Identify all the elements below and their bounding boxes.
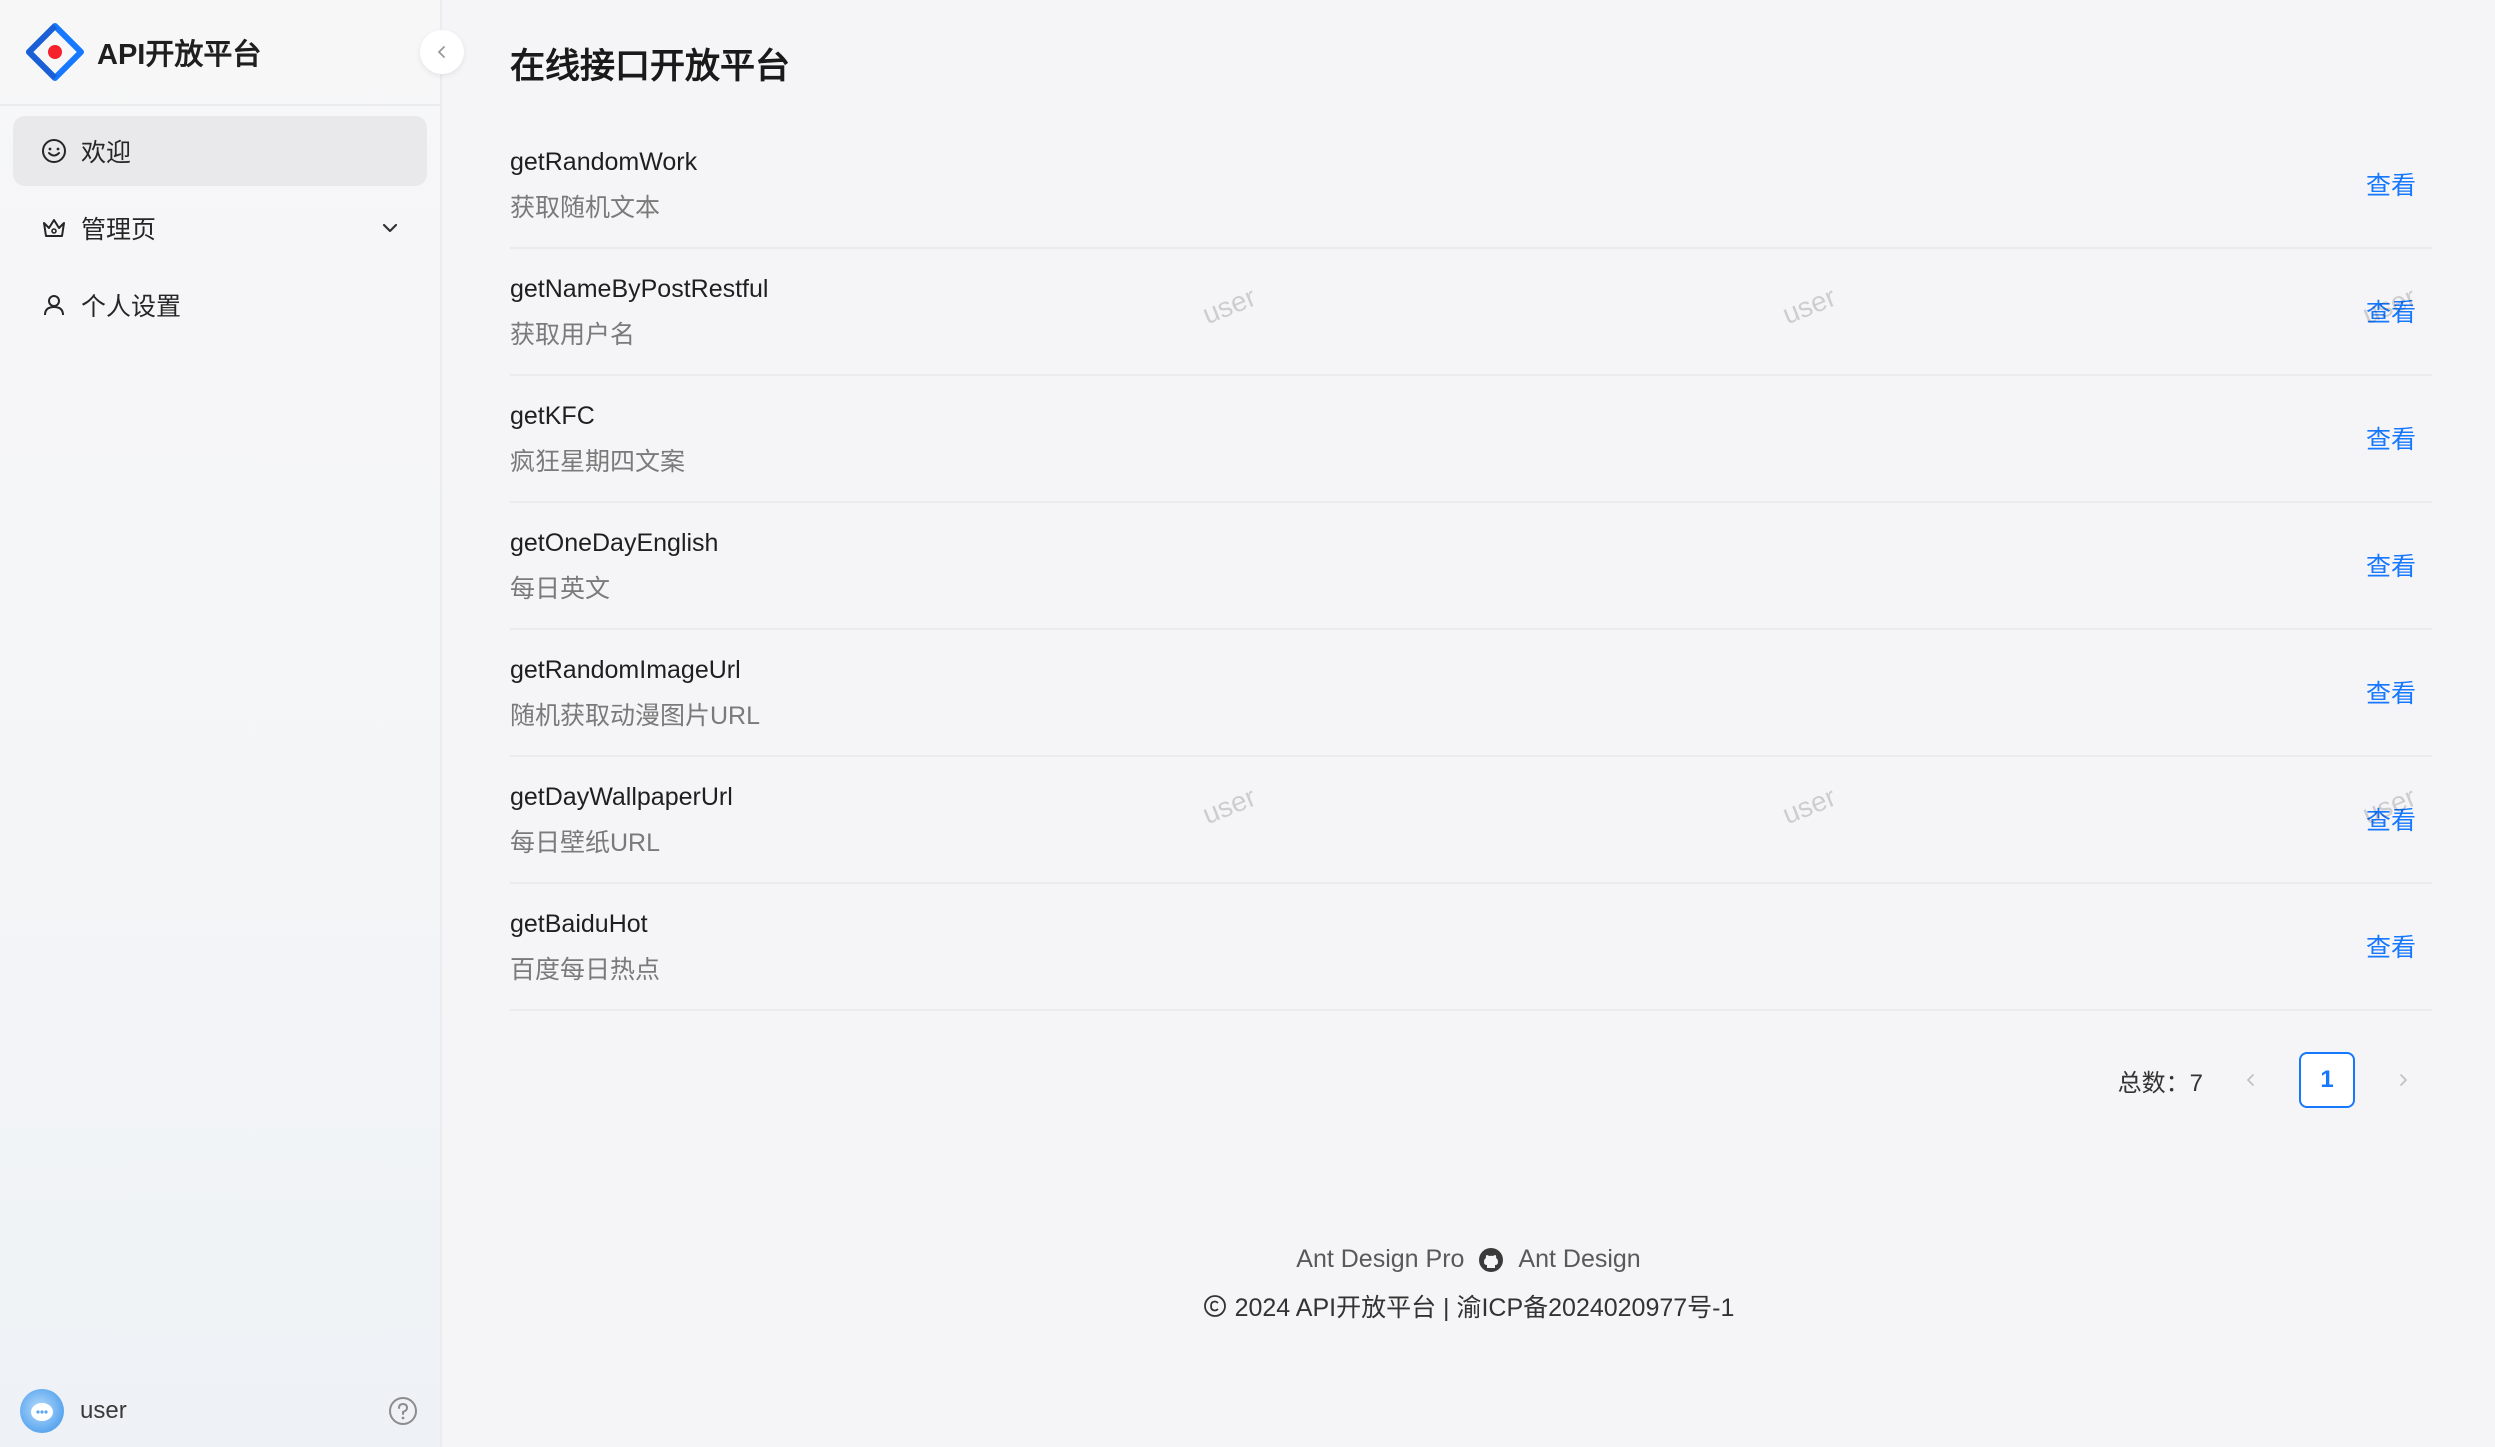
footer-copyright: 2024 API开放平台 | 渝ICP备2024020977号-1	[442, 1288, 2495, 1324]
copyright-text: 2024 API开放平台 | 渝ICP备2024020977号-1	[1234, 1294, 1735, 1322]
next-page-button[interactable]	[2381, 1052, 2425, 1108]
collapse-sidebar-button[interactable]	[420, 30, 464, 74]
api-name: getNameByPostRestful	[510, 275, 769, 303]
copyright-icon	[1203, 1295, 1226, 1317]
question-icon[interactable]	[388, 1396, 418, 1426]
footer-link-ant-design[interactable]: Ant Design	[1518, 1245, 1640, 1274]
api-description: 每日壁纸URL	[510, 829, 661, 857]
api-name: getKFC	[510, 402, 595, 430]
api-name: getBaiduHot	[510, 910, 648, 938]
sidebar-item-welcome[interactable]: 欢迎	[13, 116, 427, 186]
api-name: getDayWallpaperUrl	[510, 783, 733, 811]
list-item: getRandomImageUrl 随机获取动漫图片URL 查看	[510, 630, 2432, 757]
page-title: 在线接口开放平台	[510, 47, 791, 86]
api-description: 随机获取动漫图片URL	[510, 702, 761, 730]
brand-title: API开放平台	[97, 39, 262, 71]
api-description: 每日英文	[510, 575, 611, 603]
sidebar-footer: user	[0, 1375, 442, 1447]
view-button[interactable]: 查看	[2366, 674, 2416, 710]
footer-links: Ant Design Pro Ant Design	[442, 1245, 2495, 1274]
view-button[interactable]: 查看	[2366, 420, 2416, 456]
page-footer: Ant Design Pro Ant Design 2024 API开放平台 |…	[442, 1245, 2495, 1324]
sidebar-menu: 欢迎 管理页 个人设置	[0, 106, 440, 357]
footer-link-ant-design-pro[interactable]: Ant Design Pro	[1296, 1245, 1464, 1274]
crown-icon	[43, 219, 65, 237]
logo-icon	[26, 23, 84, 81]
main-content: 在线接口开放平台 getRandomWork 获取随机文本 查看 getName…	[442, 0, 2495, 1447]
view-button[interactable]: 查看	[2366, 801, 2416, 837]
api-description: 获取用户名	[510, 321, 636, 349]
list-item: getBaiduHot 百度每日热点 查看	[510, 884, 2432, 1011]
list-item: getOneDayEnglish 每日英文 查看	[510, 503, 2432, 630]
list-item: getKFC 疯狂星期四文案 查看	[510, 376, 2432, 503]
smile-icon	[42, 139, 66, 163]
sidebar-item-admin[interactable]: 管理页	[13, 193, 427, 263]
api-description: 百度每日热点	[510, 956, 661, 984]
avatar-face-icon	[31, 1403, 53, 1421]
avatar[interactable]	[20, 1389, 64, 1433]
chevron-down-icon	[382, 223, 398, 233]
api-description: 获取随机文本	[510, 194, 661, 222]
sidebar-item-label: 管理页	[81, 216, 157, 244]
app-root: API开放平台 欢迎 管理页 个人设置 user 在线接口开放平台 getRan…	[0, 0, 2495, 1447]
sidebar: API开放平台 欢迎 管理页 个人设置 user	[0, 0, 464, 1447]
api-name: getRandomWork	[510, 148, 698, 176]
view-button[interactable]: 查看	[2366, 166, 2416, 202]
sidebar-item-settings[interactable]: 个人设置	[13, 270, 427, 340]
user-icon	[44, 295, 64, 316]
chevron-left-icon	[437, 46, 445, 58]
chevron-left-icon	[2246, 1074, 2254, 1086]
api-description: 疯狂星期四文案	[510, 448, 686, 476]
list-item: getDayWallpaperUrl 每日壁纸URL 查看	[510, 757, 2432, 884]
api-list: getRandomWork 获取随机文本 查看 getNameByPostRes…	[510, 122, 2432, 1011]
api-name: getOneDayEnglish	[510, 529, 719, 557]
api-name: getRandomImageUrl	[510, 656, 741, 684]
github-icon[interactable]	[1478, 1247, 1504, 1273]
chevron-right-icon	[2400, 1074, 2408, 1086]
pagination: 总数：7 1	[2118, 1052, 2425, 1108]
sidebar-item-label: 个人设置	[81, 293, 182, 321]
prev-page-button[interactable]	[2229, 1052, 2273, 1108]
view-button[interactable]: 查看	[2366, 547, 2416, 583]
list-item: getNameByPostRestful 获取用户名 查看	[510, 249, 2432, 376]
pagination-total: 总数：7	[2117, 1069, 2203, 1097]
brand[interactable]: API开放平台	[0, 0, 440, 106]
username[interactable]: user	[80, 1397, 127, 1425]
sidebar-item-label: 欢迎	[81, 139, 132, 167]
view-button[interactable]: 查看	[2366, 928, 2416, 964]
list-item: getRandomWork 获取随机文本 查看	[510, 122, 2432, 249]
page-button-current[interactable]: 1	[2299, 1052, 2355, 1108]
view-button[interactable]: 查看	[2366, 293, 2416, 329]
